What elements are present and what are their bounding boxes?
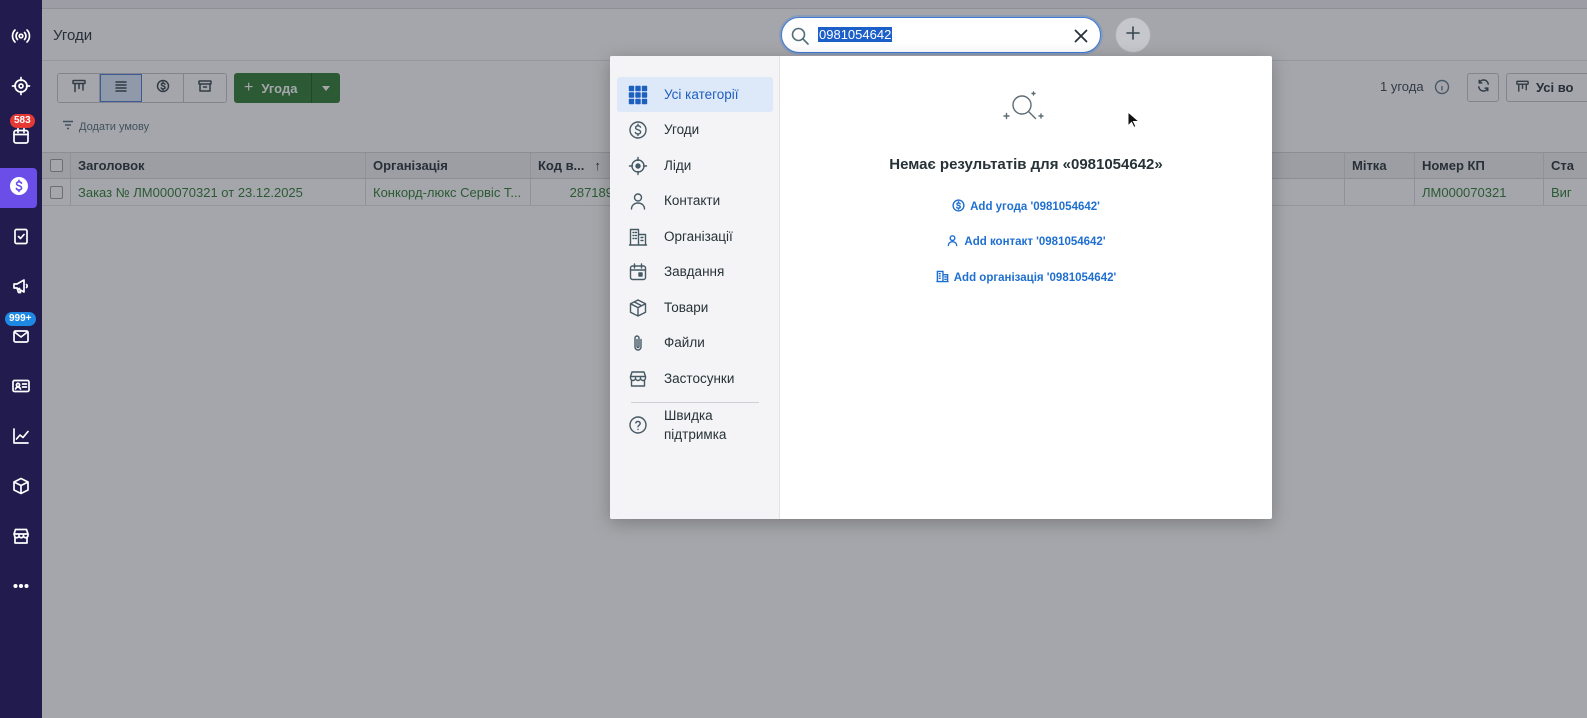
sidebar-item-leads[interactable] <box>0 68 42 108</box>
dollar-icon <box>9 176 29 201</box>
box-icon <box>627 297 649 319</box>
dollar-icon <box>627 119 649 141</box>
sidebar-item-reports[interactable] <box>0 418 42 458</box>
clipboard-icon <box>11 226 31 251</box>
sidebar-item-products[interactable] <box>0 468 42 508</box>
grid-icon <box>627 84 649 106</box>
search-icon <box>790 26 810 46</box>
empty-search-icon <box>994 88 1054 128</box>
category-apps-label: Застосунки <box>664 371 735 386</box>
target-icon <box>11 76 31 101</box>
box-icon <box>11 476 31 501</box>
mail-count-badge: 999+ <box>5 312 36 326</box>
sidebar: 583 999+ <box>0 0 42 718</box>
mail-icon <box>11 326 31 351</box>
sidebar-item-deals[interactable] <box>0 168 37 208</box>
category-panel: Усі категорії Угоди Ліди Контакти Органі… <box>610 56 780 519</box>
radio-icon <box>11 26 31 51</box>
target-icon <box>627 155 649 177</box>
store-icon <box>627 368 649 390</box>
sidebar-item-calendar[interactable]: 583 <box>0 114 42 158</box>
category-all[interactable]: Усі категорії <box>617 77 773 112</box>
category-deals[interactable]: Угоди <box>617 112 773 147</box>
category-files-label: Файли <box>664 335 705 350</box>
quick-add-button[interactable] <box>1115 17 1151 53</box>
more-icon <box>11 576 31 601</box>
search-query: 0981054642 <box>818 27 893 42</box>
id-card-icon <box>11 376 31 401</box>
category-files[interactable]: Файли <box>617 325 773 360</box>
tasks-count-badge: 583 <box>10 114 35 128</box>
sidebar-item-tasks[interactable] <box>0 218 42 258</box>
category-organizations[interactable]: Організації <box>617 219 773 254</box>
sidebar-item-mail[interactable]: 999+ <box>0 312 42 358</box>
sidebar-item-telephony[interactable] <box>0 18 42 58</box>
calendar-icon <box>11 126 31 151</box>
results-panel: Немає результатів для «0981054642» Add у… <box>780 56 1272 519</box>
sidebar-item-contacts[interactable] <box>0 368 42 408</box>
category-leads-label: Ліди <box>664 158 692 173</box>
category-contacts-label: Контакти <box>664 193 721 208</box>
no-results-message: Немає результатів для «0981054642» <box>889 156 1163 173</box>
chart-icon <box>11 426 31 451</box>
paperclip-icon <box>627 332 649 354</box>
category-deals-label: Угоди <box>664 122 700 137</box>
category-products-label: Товари <box>664 300 709 315</box>
category-leads[interactable]: Ліди <box>617 148 773 183</box>
category-products[interactable]: Товари <box>617 290 773 325</box>
add-deal-link[interactable]: Add угода '0981054642' <box>780 199 1272 215</box>
add-organization-link[interactable]: Add організація '0981054642' <box>780 270 1272 286</box>
store-icon <box>11 526 31 551</box>
plus-icon <box>1125 25 1141 46</box>
building-icon <box>935 270 954 286</box>
person-icon <box>946 234 964 250</box>
category-divider <box>631 402 759 403</box>
search-input[interactable]: 0981054642 <box>818 27 1058 45</box>
megaphone-icon <box>11 276 31 301</box>
quick-support-label: Швидка підтримка <box>664 408 727 442</box>
dollar-icon <box>952 199 970 215</box>
category-all-label: Усі категорії <box>664 87 739 102</box>
search-results-dialog: Усі категорії Угоди Ліди Контакти Органі… <box>610 56 1272 519</box>
sidebar-item-more[interactable] <box>0 568 42 608</box>
clear-search-button[interactable] <box>1071 26 1091 46</box>
building-icon <box>627 226 649 248</box>
category-tasks-label: Завдання <box>664 264 725 279</box>
add-deal-link-label: Add угода '0981054642' <box>970 201 1100 213</box>
help-icon <box>627 414 649 436</box>
category-tasks[interactable]: Завдання <box>617 254 773 289</box>
add-organization-link-label: Add організація '0981054642' <box>953 272 1117 284</box>
quick-support-link[interactable]: Швидка підтримка <box>617 404 773 446</box>
global-search: 0981054642 <box>781 17 1101 53</box>
category-apps[interactable]: Застосунки <box>617 361 773 396</box>
person-icon <box>627 190 649 212</box>
sidebar-item-marketing[interactable] <box>0 268 42 308</box>
add-contact-link[interactable]: Add контакт '0981054642' <box>780 234 1272 250</box>
calendar-icon <box>627 261 649 283</box>
add-contact-link-label: Add контакт '0981054642' <box>964 236 1106 248</box>
mouse-cursor-icon <box>1127 110 1141 129</box>
category-organizations-label: Організації <box>664 229 733 244</box>
category-contacts[interactable]: Контакти <box>617 183 773 218</box>
sidebar-item-apps[interactable] <box>0 518 42 558</box>
